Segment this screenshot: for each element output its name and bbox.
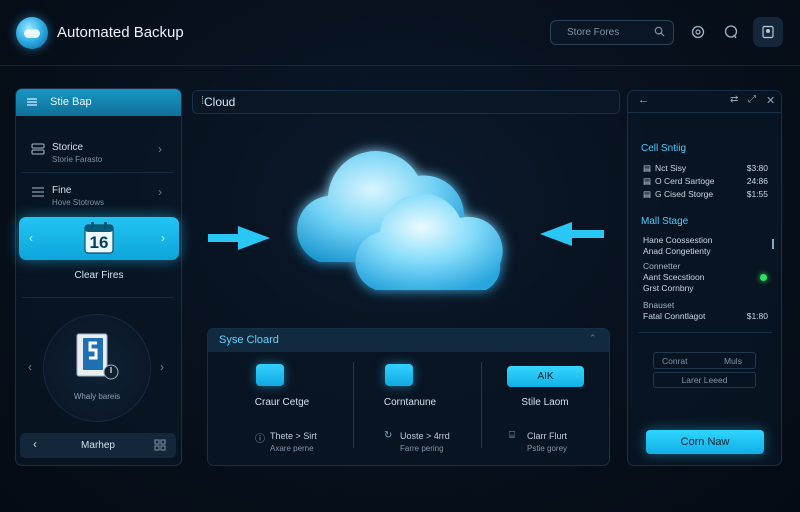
chevron-right-icon[interactable]: › <box>160 360 164 374</box>
confirm-button[interactable]: Corn Naw <box>646 430 764 454</box>
notification-icon[interactable] <box>719 20 743 44</box>
file-preview-label: Whaly bareis <box>73 392 121 401</box>
chevron-right-icon: › <box>158 142 162 156</box>
document-icon <box>75 330 119 384</box>
column-subdetail: Farre pering <box>400 444 444 453</box>
column-title: Craur Cetge <box>254 397 310 408</box>
sidebar-item-label: Fine <box>52 185 72 196</box>
storage-row-icon: ▤ <box>643 176 652 186</box>
close-icon[interactable]: ✕ <box>766 94 775 107</box>
calendar-day: 16 <box>89 233 109 252</box>
section-line: Aant Scecstioon <box>643 272 705 282</box>
section-line: Anad Congetienty <box>643 246 711 256</box>
column-title: Stile Laom <box>521 397 569 408</box>
section-line: Grst Cornbny <box>643 283 694 293</box>
column-detail: Thete > Sirt <box>270 431 317 441</box>
option-button-right[interactable]: Muls <box>724 356 742 366</box>
info-icon: ⓘ <box>255 434 265 445</box>
chevron-left-icon[interactable]: ‹ <box>28 360 32 374</box>
scroll-indicator[interactable] <box>772 239 774 249</box>
row-value: 24:86 <box>746 176 768 186</box>
option-button-label: Larer Leeed <box>681 375 728 385</box>
active-item-label: Clear Fires <box>74 270 124 281</box>
sidebar-title: Stie Bap <box>50 96 92 108</box>
column-detail: Clarr Flurt <box>527 431 567 441</box>
refresh-icon: ↻ <box>384 430 393 441</box>
row-value: $1:80 <box>746 311 768 321</box>
status-dot <box>760 274 767 281</box>
profile-icon[interactable] <box>753 17 783 47</box>
collapse-icon[interactable]: ⌃ <box>589 333 597 344</box>
section-title: Connetter <box>643 261 681 271</box>
settings-icon[interactable] <box>686 20 710 44</box>
drive-icon: ⌸ <box>509 430 515 441</box>
divider <box>22 172 174 173</box>
section-title: Bnauset <box>643 300 675 310</box>
section-title: Mall Stage <box>641 216 689 227</box>
chevron-right-icon: › <box>158 185 162 199</box>
section-line: Hane Coossestion <box>643 235 713 245</box>
cloud-logo-icon <box>16 17 48 49</box>
storage-icon <box>31 143 45 155</box>
row-value: $1:55 <box>746 189 768 199</box>
sidebar-item-label: Storice <box>52 142 84 153</box>
sidebar-header <box>16 89 181 116</box>
back-arrow-icon[interactable]: ← <box>638 94 649 106</box>
sidebar-item-sublabel: Hove Stotrows <box>52 198 105 207</box>
app-title: Automated Backup <box>57 24 184 41</box>
chevron-left-icon[interactable]: ‹ <box>29 231 33 245</box>
search-placeholder: Store Fores <box>567 27 620 38</box>
column-title: Corntanune <box>383 397 437 408</box>
row-label: Fatal Conntlagot <box>643 311 706 321</box>
storage-row-icon: ▤ <box>643 189 652 199</box>
menu-icon[interactable] <box>26 96 38 108</box>
column-detail: Uoste > 4rrd <box>400 431 450 441</box>
storage-row-icon: ▤ <box>643 163 652 173</box>
folder-icon[interactable] <box>256 364 284 386</box>
divider <box>22 297 174 298</box>
chevron-right-icon[interactable]: › <box>161 231 165 245</box>
expand-icon[interactable]: ⤢ <box>748 94 756 105</box>
cloud-sync-illustration <box>208 151 604 290</box>
list-icon <box>32 187 44 197</box>
row-value: $3:80 <box>746 163 768 173</box>
cloud-header <box>192 90 620 114</box>
column-subdetail: Pstie gorey <box>527 444 568 453</box>
column-subdetail: Axare perne <box>270 444 314 453</box>
sync-icon[interactable]: ⇄ <box>730 94 738 105</box>
row-label: Nct Sisy <box>655 163 687 173</box>
footer-label: Marhep <box>81 440 115 451</box>
search-input[interactable]: Store Fores <box>550 20 674 45</box>
row-label: G Cised Storge <box>655 189 714 199</box>
search-icon <box>654 26 665 37</box>
folder-icon[interactable] <box>385 364 413 386</box>
divider <box>638 332 772 333</box>
sync-title: Syse Cloard <box>219 334 279 346</box>
sidebar-item-sublabel: Storie Farasto <box>52 155 103 164</box>
right-panel-header <box>628 91 781 113</box>
option-button-left[interactable]: Conrat <box>662 356 688 366</box>
section-title: Cell Sntiig <box>641 143 687 154</box>
row-label: O Cerd Sartoge <box>655 176 715 186</box>
aik-button[interactable]: AIK <box>507 366 584 387</box>
cloud-title: Cloud <box>204 95 236 109</box>
column-divider <box>481 362 482 448</box>
grid-icon[interactable] <box>154 439 166 451</box>
